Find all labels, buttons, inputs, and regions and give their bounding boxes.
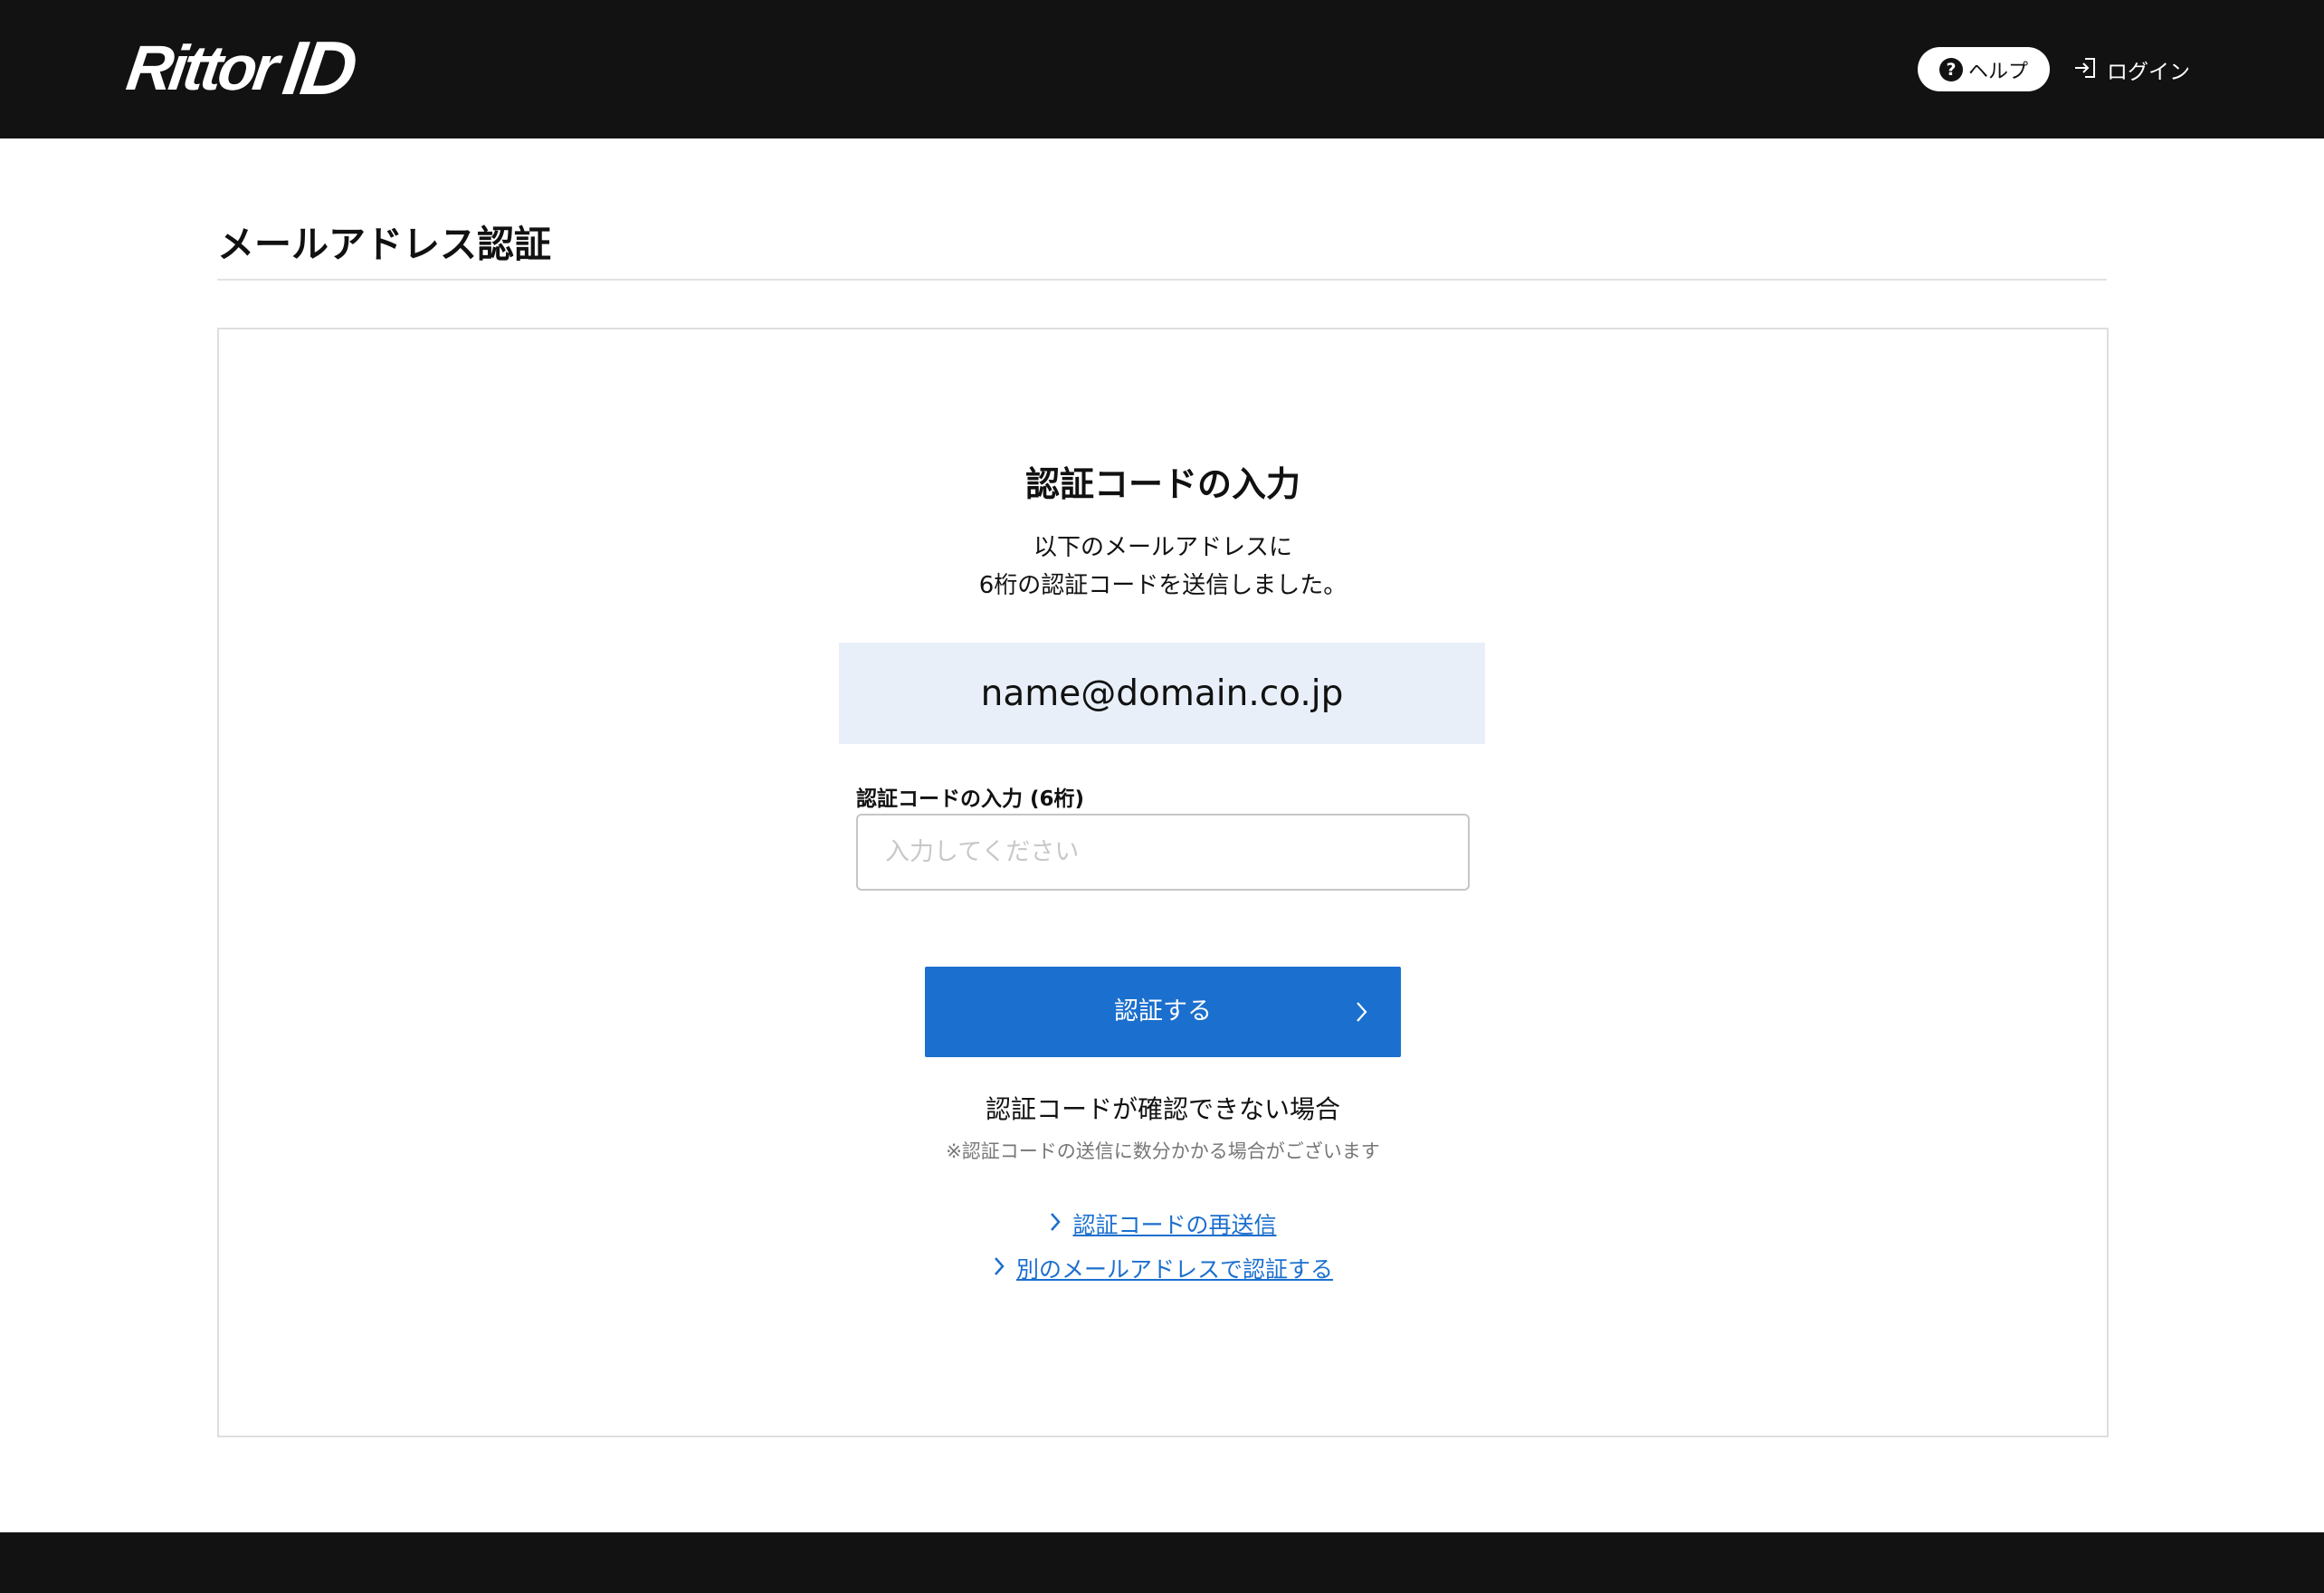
title-divider (217, 279, 2107, 281)
question-circle-icon: ? (1938, 57, 1963, 81)
trouble-heading: 認証コードが確認できない場合 (985, 1094, 1340, 1124)
verify-button[interactable]: 認証する (925, 967, 1401, 1057)
trouble-note: ※認証コードの送信に数分かかる場合がございます (946, 1140, 1380, 1162)
other-email-link[interactable]: 別のメールアドレスで認証する (1016, 1252, 1333, 1284)
site-header: Rittor ID ? ヘルプ ログイン (0, 0, 2324, 138)
rittor-id-logo[interactable]: Rittor ID (123, 25, 435, 110)
logo-id-text: ID (278, 24, 359, 110)
chevron-right-icon (993, 1255, 1005, 1281)
verify-button-label: 認証する (1114, 997, 1212, 1025)
help-button[interactable]: ? ヘルプ (1918, 47, 2050, 91)
description-line-2: 6桁の認証コードを送信しました。 (978, 572, 1348, 599)
chevron-right-icon (1356, 1001, 1368, 1029)
other-email-link-row: 別のメールアドレスで認証する (219, 1252, 2107, 1284)
email-display: name@domain.co.jp (839, 643, 1485, 744)
login-arrow-icon (2072, 55, 2098, 84)
verification-code-input[interactable] (856, 814, 1470, 891)
code-field-label: 認証コードの入力 (6桁) (856, 787, 1085, 811)
chevron-right-icon (1049, 1211, 1062, 1236)
description-line-1: 以下のメールアドレスに (1033, 534, 1292, 561)
logo-brand-text: Rittor (122, 33, 281, 103)
card-title: 認証コードの入力 (1024, 464, 1300, 504)
verification-card: 認証コードの入力 以下のメールアドレスに 6桁の認証コードを送信しました。 na… (217, 328, 2109, 1437)
site-footer (0, 1532, 2324, 1593)
login-link[interactable]: ログイン (2072, 47, 2190, 91)
help-button-label: ヘルプ (1967, 60, 2028, 83)
page-title: メールアドレス認証 (217, 223, 551, 266)
resend-link-row: 認証コードの再送信 (219, 1207, 2107, 1240)
login-link-label: ログイン (2107, 60, 2190, 84)
resend-code-link[interactable]: 認証コードの再送信 (1072, 1207, 1276, 1240)
